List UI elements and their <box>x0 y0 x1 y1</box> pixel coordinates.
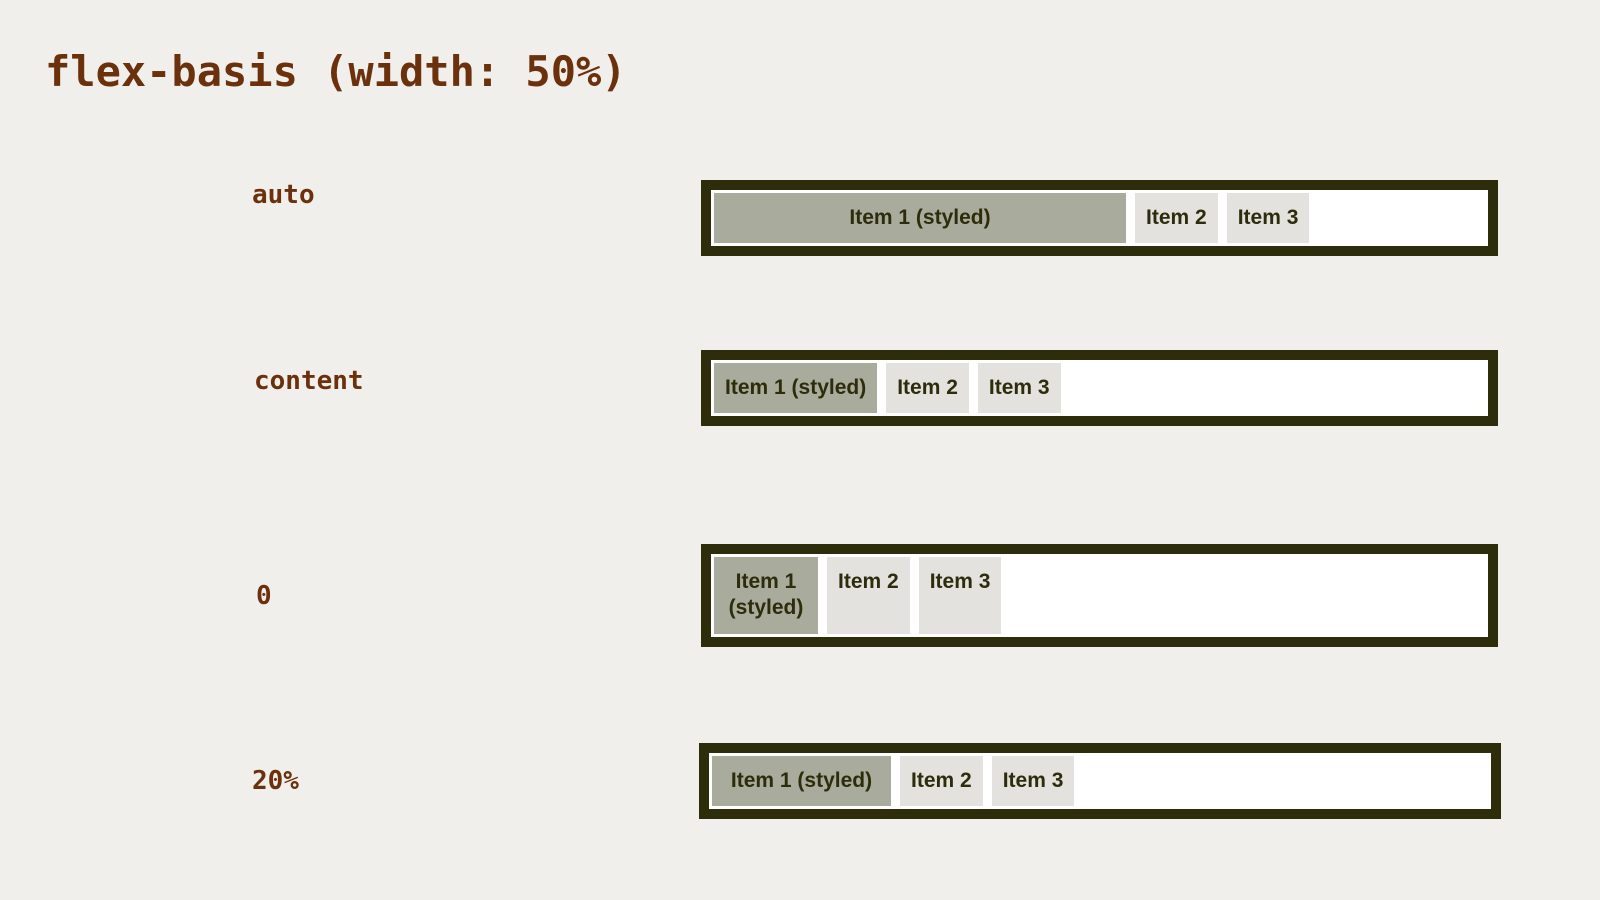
flex-item: Item 2 <box>886 363 969 413</box>
flex-item: Item 2 <box>900 756 983 806</box>
flex-container-zero: Item 1 (styled) Item 2 Item 3 <box>701 544 1498 647</box>
flex-container-content: Item 1 (styled) Item 2 Item 3 <box>701 350 1498 426</box>
flex-item-styled: Item 1 (styled) <box>714 363 878 413</box>
page-title: flex-basis (width: 50%) <box>45 47 627 96</box>
flex-item: Item 3 <box>918 557 1002 634</box>
row-label-content: content <box>254 366 364 396</box>
flex-item-styled: Item 1 (styled) <box>714 557 818 634</box>
row-label-twenty-percent: 20% <box>252 766 299 796</box>
flex-item-styled: Item 1 (styled) <box>712 756 891 806</box>
flex-item: Item 3 <box>1226 193 1310 243</box>
row-label-auto: auto <box>252 180 315 210</box>
flex-container-twenty-percent: Item 1 (styled) Item 2 Item 3 <box>699 743 1501 819</box>
flex-item: Item 3 <box>977 363 1061 413</box>
flex-item: Item 3 <box>991 756 1075 806</box>
flex-item: Item 2 <box>1135 193 1218 243</box>
flex-container-auto: Item 1 (styled) Item 2 Item 3 <box>701 180 1498 256</box>
flex-item-styled: Item 1 (styled) <box>714 193 1126 243</box>
row-label-zero: 0 <box>256 581 272 611</box>
flex-item: Item 2 <box>827 557 910 634</box>
